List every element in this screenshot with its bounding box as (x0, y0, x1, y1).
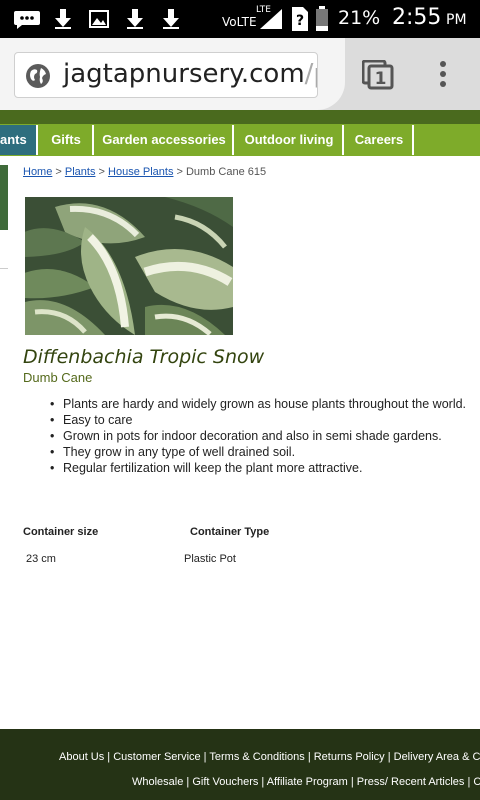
product-image (25, 197, 233, 335)
list-item: They grow in any type of well drained so… (50, 444, 470, 460)
breadcrumb-house-plants[interactable]: House Plants (108, 166, 173, 178)
signal-icon (260, 9, 282, 29)
breadcrumb-separator: > (95, 166, 109, 178)
tab-count: 1 (375, 69, 387, 89)
nav-filler (416, 124, 480, 156)
image-icon (89, 10, 109, 28)
container-size-value: 23 cm (26, 553, 56, 565)
url-text: jagtapnursery.com/pla (63, 59, 317, 89)
message-icon (14, 11, 40, 29)
site-footer: About Us | Customer Service | Terms & Co… (0, 729, 480, 800)
breadcrumb-current: > Dumb Cane 615 (173, 166, 267, 178)
header-band (0, 110, 480, 124)
main-nav: ants Gifts Garden accessories Outdoor li… (0, 124, 480, 156)
nav-item-garden-accessories[interactable]: Garden accessories (96, 125, 234, 155)
download-icon (127, 9, 143, 29)
tab-switcher-button[interactable]: 1 (361, 59, 394, 95)
url-domain: jagtapnursery.com (63, 59, 305, 89)
footer-links-row-2[interactable]: Wholesale | Gift Vouchers | Affiliate Pr… (132, 776, 480, 788)
nav-item-plants[interactable]: ants (0, 125, 38, 155)
product-title: Diffenbachia Tropic Snow (23, 346, 265, 368)
footer-links-row-1[interactable]: About Us | Customer Service | Terms & Co… (59, 751, 480, 763)
browser-toolbar: jagtapnursery.com/pla 1 (0, 38, 480, 110)
product-common-name: Dumb Cane (23, 370, 93, 385)
nav-item-careers[interactable]: Careers (346, 125, 414, 155)
container-size-label: Container size (23, 526, 99, 538)
globe-icon (26, 64, 50, 88)
nav-item-gifts[interactable]: Gifts (40, 125, 94, 155)
breadcrumb-plants[interactable]: Plants (65, 166, 96, 178)
download-icon (163, 9, 179, 29)
address-bar-area: jagtapnursery.com/pla (0, 38, 345, 110)
sidebar-thumbnail[interactable] (0, 165, 8, 230)
breadcrumb: Home > Plants > House Plants > Dumb Cane… (23, 166, 266, 178)
sidebar-divider (0, 268, 8, 269)
list-item: Easy to care (50, 412, 470, 428)
download-icon (55, 9, 71, 29)
more-vert-icon (440, 61, 446, 87)
feature-list: Plants are hardy and widely grown as hou… (50, 396, 470, 476)
container-type-label: Container Type (190, 526, 270, 538)
battery-icon (316, 6, 328, 31)
list-item: Plants are hardy and widely grown as hou… (50, 396, 470, 412)
overflow-menu-button[interactable] (437, 60, 449, 95)
no-sim-icon: ? (292, 7, 308, 31)
breadcrumb-home[interactable]: Home (23, 166, 52, 178)
address-bar[interactable]: jagtapnursery.com/pla (14, 52, 318, 98)
clock-ampm: PM (446, 12, 467, 28)
breadcrumb-separator: > (52, 166, 65, 178)
battery-percent: 21% (338, 7, 381, 29)
status-bar: VoLTE LTE ? 21% 2:55 PM (0, 0, 480, 38)
url-path: /pla (304, 59, 317, 89)
clock-time: 2:55 (392, 5, 442, 30)
list-item: Grown in pots for indoor decoration and … (50, 428, 470, 444)
list-item: Regular fertilization will keep the plan… (50, 460, 470, 476)
volte-label: VoLTE (222, 15, 257, 29)
svg-text:?: ? (296, 13, 304, 29)
tabs-icon: 1 (361, 59, 394, 90)
container-type-value: Plastic Pot (184, 553, 236, 565)
nav-item-outdoor-living[interactable]: Outdoor living (236, 125, 344, 155)
